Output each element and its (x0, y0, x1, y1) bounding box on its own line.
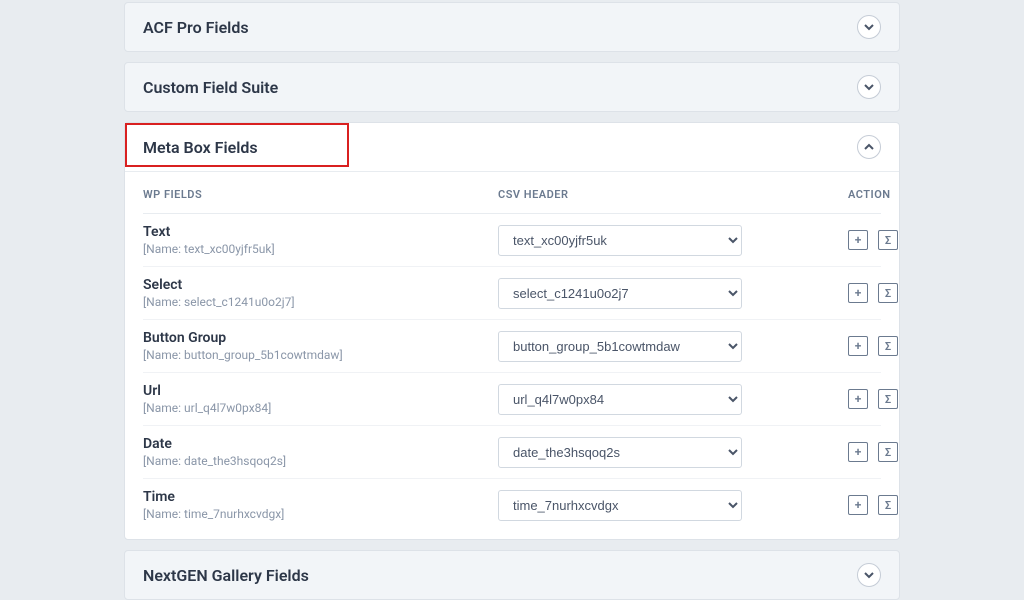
csv-header-select[interactable]: url_q4l7w0px84 (498, 384, 742, 415)
field-name: Button Group (143, 330, 498, 346)
sigma-icon[interactable]: Σ (878, 336, 898, 356)
add-icon[interactable]: + (848, 230, 868, 250)
panel-acf: ACF Pro Fields (124, 2, 900, 52)
field-actions: + Σ (848, 283, 898, 303)
chevron-down-icon[interactable] (857, 15, 881, 39)
field-name: Select (143, 277, 498, 293)
field-actions: + Σ (848, 336, 898, 356)
field-name: Text (143, 224, 498, 240)
field-meta: [Name: url_q4l7w0px84] (143, 401, 498, 415)
csv-header-select[interactable]: select_c1241u0o2j7 (498, 278, 742, 309)
panel-title-cfs: Custom Field Suite (143, 78, 278, 97)
field-select-wrap: text_xc00yjfr5uk (498, 225, 848, 256)
field-actions: + Σ (848, 442, 898, 462)
field-row: Text [Name: text_xc00yjfr5uk] text_xc00y… (143, 214, 881, 267)
header-csv: CSV HEADER (498, 188, 848, 201)
add-icon[interactable]: + (848, 389, 868, 409)
sigma-icon[interactable]: Σ (878, 495, 898, 515)
field-row: Date [Name: date_the3hsqoq2s] date_the3h… (143, 426, 881, 479)
field-name: Url (143, 383, 498, 399)
add-icon[interactable]: + (848, 442, 868, 462)
field-meta: [Name: button_group_5b1cowtmdaw] (143, 348, 498, 362)
panel-title-nextgen: NextGEN Gallery Fields (143, 566, 309, 585)
field-actions: + Σ (848, 230, 898, 250)
panel-header-acf[interactable]: ACF Pro Fields (125, 3, 899, 51)
field-actions: + Σ (848, 389, 898, 409)
field-row: Url [Name: url_q4l7w0px84] url_q4l7w0px8… (143, 373, 881, 426)
field-select-wrap: date_the3hsqoq2s (498, 437, 848, 468)
panel-header-metabox[interactable]: Meta Box Fields (125, 123, 899, 172)
header-action: ACTION (848, 188, 891, 201)
field-row: Button Group [Name: button_group_5b1cowt… (143, 320, 881, 373)
sigma-icon[interactable]: Σ (878, 442, 898, 462)
field-meta: [Name: date_the3hsqoq2s] (143, 454, 498, 468)
csv-header-select[interactable]: time_7nurhxcvdgx (498, 490, 742, 521)
add-icon[interactable]: + (848, 283, 868, 303)
add-icon[interactable]: + (848, 336, 868, 356)
chevron-down-icon[interactable] (857, 563, 881, 587)
field-name: Date (143, 436, 498, 452)
sigma-icon[interactable]: Σ (878, 230, 898, 250)
sigma-icon[interactable]: Σ (878, 389, 898, 409)
csv-header-select[interactable]: button_group_5b1cowtmdaw (498, 331, 742, 362)
panel-body-metabox: WP FIELDS CSV HEADER ACTION Text [Name: … (125, 172, 899, 539)
field-label: Time [Name: time_7nurhxcvdgx] (143, 489, 498, 521)
field-select-wrap: time_7nurhxcvdgx (498, 490, 848, 521)
field-row: Time [Name: time_7nurhxcvdgx] time_7nurh… (143, 479, 881, 531)
field-label: Select [Name: select_c1241u0o2j7] (143, 277, 498, 309)
field-label: Button Group [Name: button_group_5b1cowt… (143, 330, 498, 362)
field-label: Text [Name: text_xc00yjfr5uk] (143, 224, 498, 256)
panel-nextgen: NextGEN Gallery Fields (124, 550, 900, 600)
field-select-wrap: select_c1241u0o2j7 (498, 278, 848, 309)
add-icon[interactable]: + (848, 495, 868, 515)
table-header: WP FIELDS CSV HEADER ACTION (143, 188, 881, 214)
header-wp-fields: WP FIELDS (143, 188, 498, 201)
field-label: Date [Name: date_the3hsqoq2s] (143, 436, 498, 468)
field-meta: [Name: select_c1241u0o2j7] (143, 295, 498, 309)
field-meta: [Name: time_7nurhxcvdgx] (143, 507, 498, 521)
field-actions: + Σ (848, 495, 898, 515)
panel-cfs: Custom Field Suite (124, 62, 900, 112)
panel-header-nextgen[interactable]: NextGEN Gallery Fields (125, 551, 899, 599)
panel-title-acf: ACF Pro Fields (143, 18, 249, 37)
chevron-down-icon[interactable] (857, 75, 881, 99)
field-meta: [Name: text_xc00yjfr5uk] (143, 242, 498, 256)
field-row: Select [Name: select_c1241u0o2j7] select… (143, 267, 881, 320)
csv-header-select[interactable]: date_the3hsqoq2s (498, 437, 742, 468)
sigma-icon[interactable]: Σ (878, 283, 898, 303)
panel-title-metabox: Meta Box Fields (143, 138, 258, 157)
csv-header-select[interactable]: text_xc00yjfr5uk (498, 225, 742, 256)
chevron-up-icon[interactable] (857, 135, 881, 159)
field-select-wrap: button_group_5b1cowtmdaw (498, 331, 848, 362)
field-label: Url [Name: url_q4l7w0px84] (143, 383, 498, 415)
field-name: Time (143, 489, 498, 505)
panel-header-cfs[interactable]: Custom Field Suite (125, 63, 899, 111)
field-select-wrap: url_q4l7w0px84 (498, 384, 848, 415)
panel-metabox: Meta Box Fields WP FIELDS CSV HEADER ACT… (124, 122, 900, 540)
